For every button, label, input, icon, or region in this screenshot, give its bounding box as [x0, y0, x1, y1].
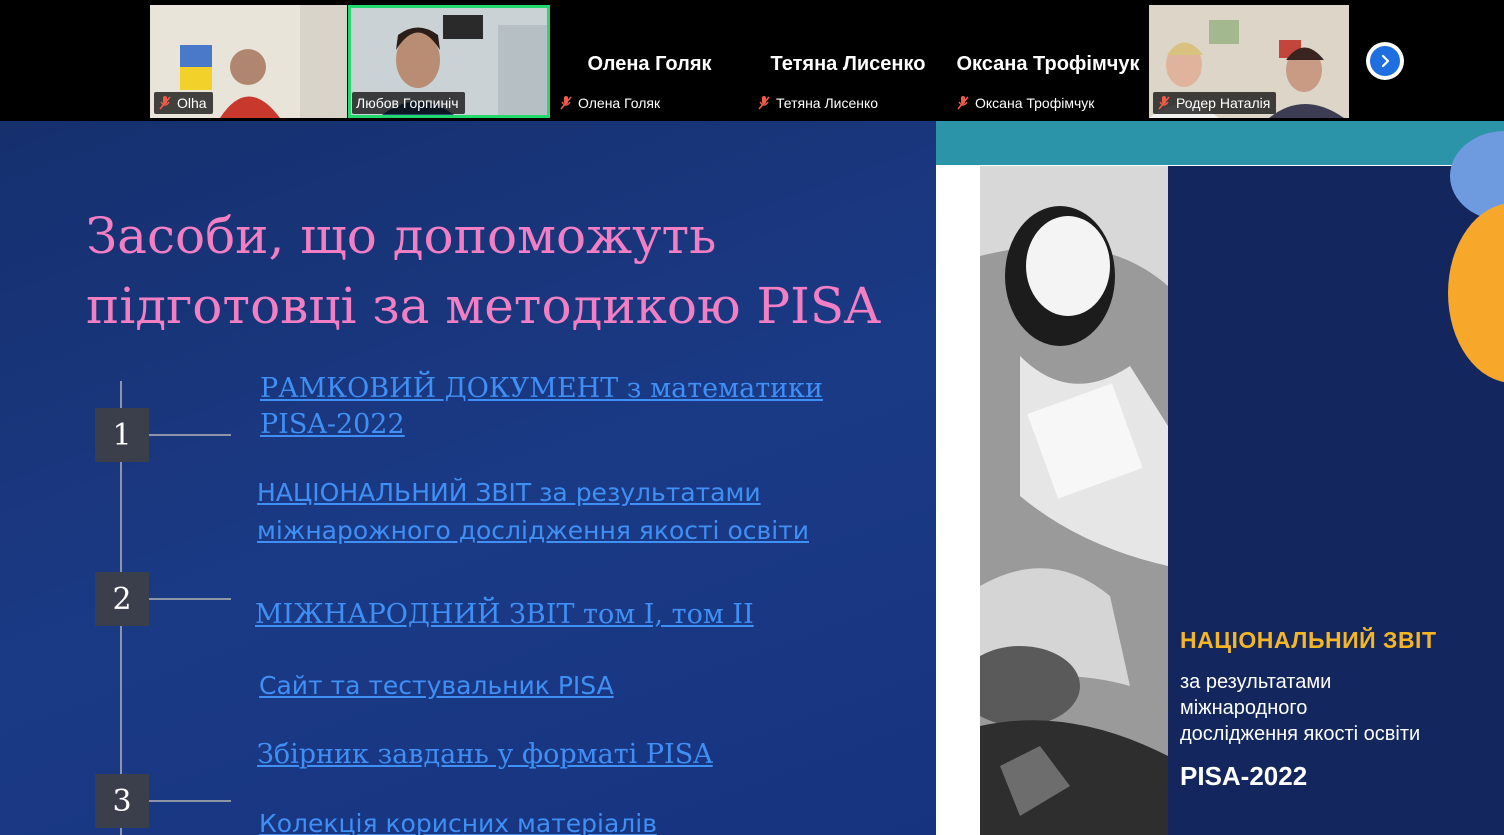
participant-display-name: Тетяна Лисенко: [770, 53, 926, 75]
step-number-2: 2: [95, 572, 149, 626]
cover-pisa-label: PISA-2022: [1180, 761, 1308, 791]
step-connector: [149, 800, 231, 802]
participant-display-name: Оксана Трофімчук: [956, 53, 1140, 75]
chevron-right-icon: [1381, 54, 1390, 68]
participant-display-name: Олена Голяк: [587, 53, 712, 75]
slide-title: Засоби, що допоможуть підготовці за мето…: [86, 207, 881, 335]
cover-photo: [980, 166, 1168, 835]
step-number-3: 3: [95, 774, 149, 828]
participant-name: Любов Горпиніч: [356, 95, 459, 111]
link-national-report[interactable]: НАЦІОНАЛЬНИЙ ЗВІТ за результатами міжнар…: [257, 474, 809, 550]
participant-name-tag: Олена Голяк: [555, 92, 667, 114]
participant-name-tag: Olha: [154, 92, 213, 114]
participant-name-tag: Оксана Трофімчук: [952, 92, 1101, 114]
link-task-collection[interactable]: Збірник завдань у форматі PISA: [257, 737, 713, 773]
muted-mic-icon: [758, 96, 770, 110]
muted-mic-icon: [560, 96, 572, 110]
shared-screen-slide: Засоби, що допоможуть підготовці за мето…: [0, 121, 1504, 835]
participant-name: Olha: [177, 95, 207, 111]
cover-title: НАЦІОНАЛЬНИЙ ЗВІТ: [1180, 627, 1437, 653]
step-connector: [149, 598, 231, 600]
participant-name-tag: Родер Наталія: [1153, 92, 1277, 114]
participant-tile-roder[interactable]: Родер Наталія: [1149, 5, 1349, 118]
cover-top-band: [936, 121, 1504, 165]
participant-name: Олена Голяк: [578, 95, 661, 111]
cover-subtitle: за результатами міжнародного дослідження…: [1180, 671, 1421, 745]
muted-mic-icon: [159, 96, 171, 110]
participant-name-tag: Тетяна Лисенко: [753, 92, 885, 114]
muted-mic-icon: [1158, 96, 1170, 110]
link-pisa-site[interactable]: Сайт та тестувальник PISA: [259, 667, 614, 705]
participant-tile-olena[interactable]: Олена Голяк Олена Голяк: [551, 5, 748, 118]
muted-mic-icon: [957, 96, 969, 110]
participant-tile-olha[interactable]: Olha: [150, 5, 347, 118]
participant-name: Родер Наталія: [1176, 95, 1271, 111]
link-framework-document[interactable]: РАМКОВИЙ ДОКУМЕНТ з математики PISA-2022: [260, 371, 823, 443]
participant-strip: Olha Любов Горпиніч Олена Голяк Олена Го…: [0, 0, 1504, 121]
participant-tile-active-speaker[interactable]: Любов Горпиніч: [348, 5, 550, 118]
participant-name: Тетяна Лисенко: [776, 95, 879, 111]
students-photo-illustration: [980, 166, 1168, 835]
participant-name: Оксана Трофімчук: [975, 95, 1095, 111]
step-connector: [149, 434, 231, 436]
next-participants-button[interactable]: [1366, 42, 1404, 80]
participant-tile-tetiana[interactable]: Тетяна Лисенко Тетяна Лисенко: [749, 5, 947, 118]
participant-tile-oksana[interactable]: Оксана Трофімчук Оксана Трофімчук: [948, 5, 1148, 118]
link-international-report[interactable]: МІЖНАРОДНИЙ ЗВІТ том І, том ІІ: [255, 597, 754, 633]
national-report-cover: НАЦІОНАЛЬНИЙ ЗВІТ за результатами міжнар…: [936, 121, 1504, 835]
link-useful-materials[interactable]: Колекція корисних матеріалів: [259, 805, 657, 835]
step-number-1: 1: [95, 408, 149, 462]
participant-name-tag: Любов Горпиніч: [352, 92, 465, 114]
